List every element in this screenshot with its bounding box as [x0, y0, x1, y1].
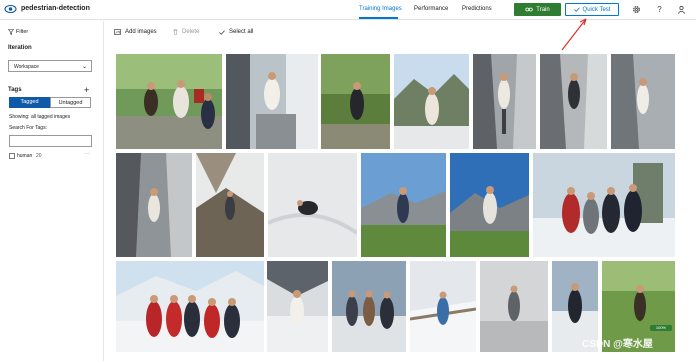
tab-predictions[interactable]: Predictions	[462, 6, 492, 12]
checkmark-icon	[573, 7, 580, 12]
chevron-down-icon: ⌄	[81, 64, 87, 70]
add-tag-icon[interactable]: +	[84, 85, 89, 95]
active-tab-indicator	[359, 17, 398, 19]
image-thumbnail[interactable]	[116, 153, 192, 257]
delete-button[interactable]: Delete	[173, 29, 199, 35]
image-thumbnail[interactable]	[480, 261, 548, 352]
trash-icon	[173, 29, 178, 35]
filter-icon	[8, 29, 14, 35]
iteration-select-value: Workspace	[14, 64, 39, 70]
add-images-icon	[114, 29, 121, 35]
tab-training-images[interactable]: Training Images	[359, 6, 402, 12]
quick-test-button[interactable]: Quick Test	[565, 3, 619, 16]
watermark: CSDN @寒水屋	[582, 339, 653, 350]
image-thumbnail[interactable]	[267, 261, 328, 352]
select-all-label: Select all	[229, 29, 254, 35]
image-thumbnail[interactable]	[116, 54, 222, 149]
image-thumbnail[interactable]	[410, 261, 476, 352]
search-label: Search For Tags:	[9, 125, 47, 131]
iteration-select[interactable]: Workspace ⌄	[8, 60, 92, 72]
image-thumbnail[interactable]	[450, 153, 529, 257]
custom-vision-app: pedestrian-detection Training Images Per…	[0, 0, 696, 361]
train-label: Train	[536, 6, 550, 13]
tagged-toggle[interactable]: Tagged	[9, 97, 50, 108]
top-bar: pedestrian-detection Training Images Per…	[0, 0, 696, 20]
sidebar: Filter Iteration Workspace ⌄ Tags + Tagg…	[0, 21, 104, 361]
tag-checkbox[interactable]	[9, 153, 15, 159]
gear-icon[interactable]	[632, 5, 641, 14]
image-thumbnail[interactable]	[196, 153, 264, 257]
eye-logo-icon[interactable]	[4, 4, 17, 14]
tag-count: 20	[36, 153, 42, 159]
gears-icon	[525, 7, 533, 12]
checkmark-icon	[219, 29, 225, 35]
image-thumbnail[interactable]	[116, 261, 264, 352]
add-images-label: Add images	[125, 29, 157, 35]
image-thumbnail[interactable]	[611, 54, 675, 149]
image-thumbnail[interactable]	[226, 54, 318, 149]
image-thumbnail[interactable]	[533, 153, 675, 257]
project-name[interactable]: pedestrian-detection	[21, 5, 90, 12]
untagged-toggle[interactable]: Untagged	[50, 97, 91, 108]
iteration-heading: Iteration	[8, 45, 32, 51]
select-all-button[interactable]: Select all	[219, 29, 253, 35]
help-icon[interactable]: ?	[655, 5, 664, 14]
quick-test-label: Quick Test	[582, 6, 611, 13]
add-images-button[interactable]: Add images	[114, 29, 157, 35]
train-button[interactable]: Train	[514, 3, 561, 16]
delete-label: Delete	[182, 29, 200, 35]
tag-name[interactable]: human	[17, 153, 32, 159]
showing-text: Showing: all tagged images	[9, 114, 71, 120]
image-thumbnail[interactable]	[332, 261, 406, 352]
user-icon[interactable]	[677, 5, 686, 14]
image-thumbnail[interactable]	[540, 54, 607, 149]
image-thumbnail[interactable]	[268, 153, 357, 257]
progress-badge: 100%	[650, 325, 672, 331]
image-thumbnail[interactable]	[321, 54, 390, 149]
filter-link[interactable]: Filter	[16, 29, 28, 35]
tags-heading: Tags	[8, 87, 22, 93]
tag-more-icon[interactable]: ···	[84, 151, 90, 157]
image-thumbnail[interactable]	[473, 54, 536, 149]
image-thumbnail[interactable]	[394, 54, 469, 149]
tag-search-input[interactable]	[9, 135, 92, 147]
image-thumbnail[interactable]	[361, 153, 446, 257]
tab-performance[interactable]: Performance	[414, 6, 448, 12]
